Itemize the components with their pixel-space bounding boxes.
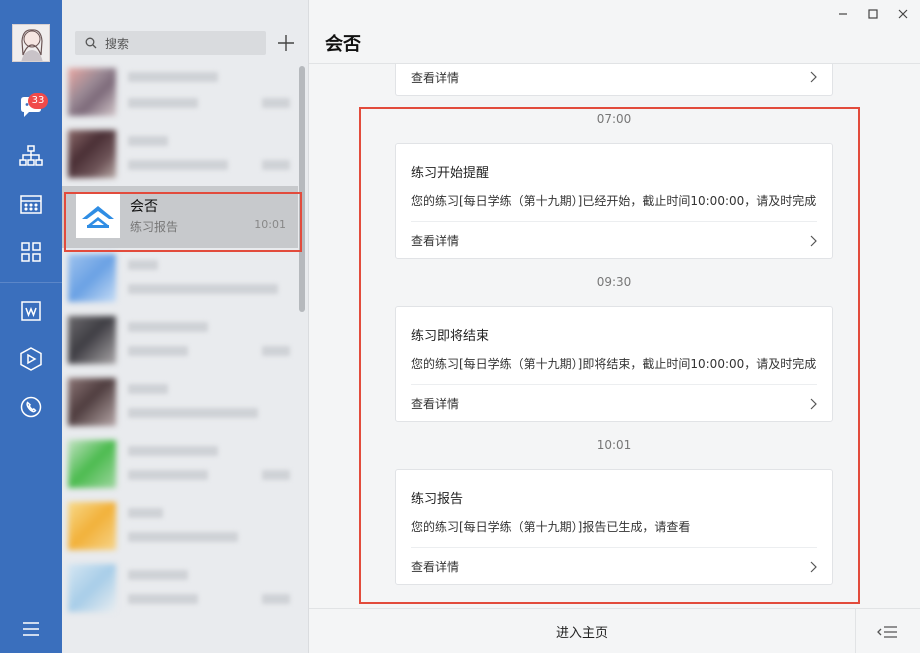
list-item[interactable] <box>62 124 298 186</box>
search-icon <box>85 37 97 49</box>
org-chart-icon[interactable] <box>16 141 46 171</box>
active-conversation-highlight <box>64 192 302 252</box>
blurred-avatar <box>68 502 116 550</box>
chat-header: 会否 <box>309 0 920 64</box>
blurred-avatar <box>68 378 116 426</box>
add-icon[interactable] <box>274 31 298 55</box>
search-placeholder: 搜索 <box>105 36 130 51</box>
phone-icon[interactable] <box>16 392 46 422</box>
blurred-avatar <box>68 68 116 116</box>
enter-homepage-button[interactable]: 进入主页 <box>309 609 855 653</box>
blurred-avatar <box>68 130 116 178</box>
chat-title: 会否 <box>325 34 361 55</box>
list-item[interactable] <box>62 310 298 372</box>
messages-highlight <box>359 107 860 604</box>
list-item[interactable] <box>62 496 298 558</box>
blurred-avatar <box>68 564 116 612</box>
chat-footer: 进入主页 <box>309 608 920 653</box>
minimize-icon[interactable] <box>835 6 851 22</box>
rail-divider <box>0 282 62 283</box>
close-icon[interactable] <box>895 6 911 22</box>
list-item[interactable] <box>62 248 298 310</box>
view-details-link[interactable]: 查看详情 <box>411 69 459 86</box>
user-avatar[interactable] <box>12 24 50 62</box>
maximize-icon[interactable] <box>865 6 881 22</box>
conversation-list: 搜索 会否 练习报告 10:01 <box>62 0 309 653</box>
chat-panel: 会否 查看详情 07:00 练习开始提醒 您的练习[每日学练（第十九期）]已经开… <box>309 0 920 653</box>
avatar-image-icon <box>21 29 43 61</box>
message-card-previous[interactable]: 查看详情 <box>395 64 833 96</box>
list-item[interactable] <box>62 372 298 434</box>
unread-badge: 33 <box>28 93 48 109</box>
hexagon-app-icon[interactable] <box>16 344 46 374</box>
search-input[interactable]: 搜索 <box>75 31 266 55</box>
w-app-icon[interactable] <box>16 296 46 326</box>
nav-rail: 33 <box>0 0 62 653</box>
list-item[interactable] <box>62 62 298 124</box>
menu-icon[interactable] <box>16 614 46 644</box>
blurred-avatar <box>68 316 116 364</box>
calendar-icon[interactable] <box>16 189 46 219</box>
blurred-avatar <box>68 254 116 302</box>
list-scrollbar[interactable] <box>299 66 305 312</box>
chevron-right-icon <box>810 71 817 83</box>
collapse-menu-icon[interactable] <box>875 623 899 641</box>
list-item[interactable] <box>62 558 298 620</box>
blurred-avatar <box>68 440 116 488</box>
apps-grid-icon[interactable] <box>16 237 46 267</box>
list-item[interactable] <box>62 434 298 496</box>
